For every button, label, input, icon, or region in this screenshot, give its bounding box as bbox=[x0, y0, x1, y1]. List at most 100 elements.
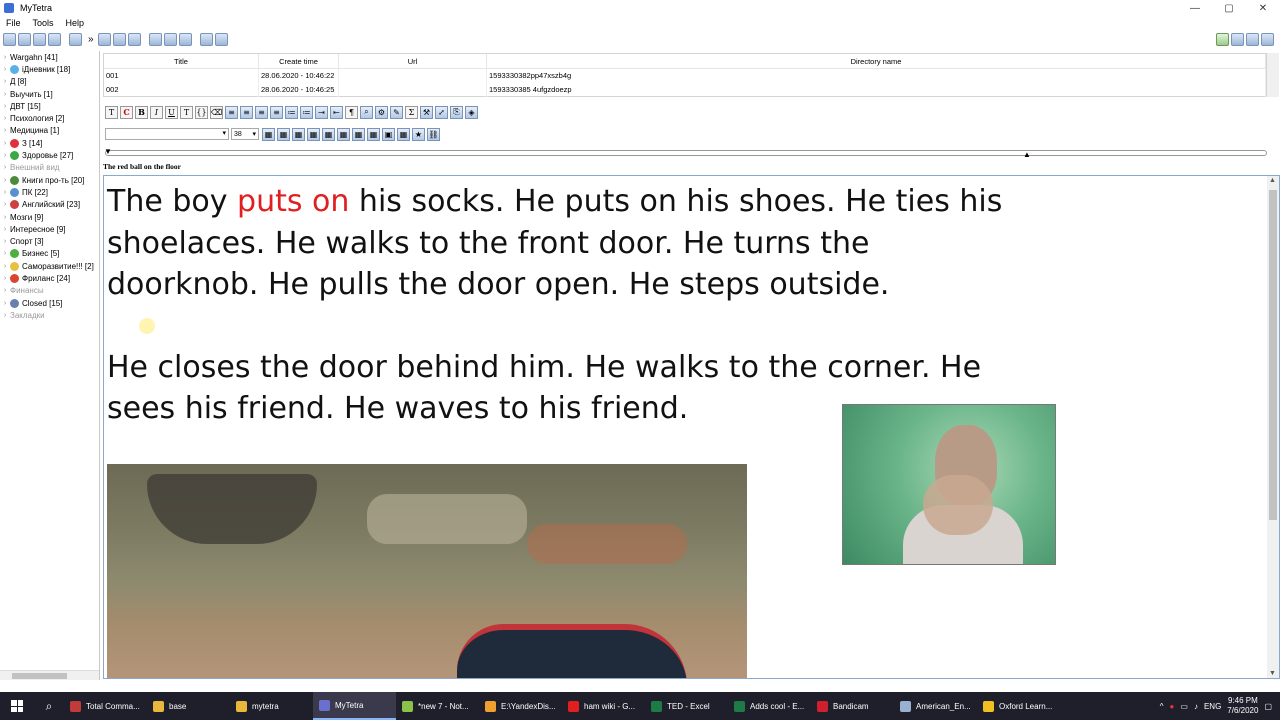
tree-item[interactable]: › Здоровье [27] bbox=[0, 149, 99, 161]
taskbar-item[interactable]: base bbox=[147, 692, 230, 720]
records-scrollbar[interactable] bbox=[1267, 53, 1279, 97]
tree-item[interactable]: › Закладки bbox=[0, 309, 99, 321]
tree-item[interactable]: › Бизнес [5] bbox=[0, 248, 99, 260]
taskbar-item[interactable]: Bandicam bbox=[811, 692, 894, 720]
more-chevron-icon[interactable]: » bbox=[88, 34, 94, 45]
tree-item[interactable]: › Closed [15] bbox=[0, 297, 99, 309]
notifications-icon[interactable]: ▢ bbox=[1264, 702, 1272, 711]
note-editor[interactable]: The boy puts on his socks. He puts on hi… bbox=[103, 175, 1280, 679]
expand-arrow-icon[interactable]: › bbox=[0, 164, 10, 171]
table-row[interactable]: 002 28.06.2020 - 10:46:25 1593330385 4uf… bbox=[104, 83, 1266, 97]
expand-arrow-icon[interactable]: › bbox=[0, 226, 10, 233]
scroll-down-icon[interactable]: ▼ bbox=[1269, 670, 1276, 677]
expand-arrow-icon[interactable]: › bbox=[0, 54, 10, 61]
close-button[interactable]: ✕ bbox=[1246, 0, 1280, 16]
network-icon[interactable]: ▭ bbox=[1180, 702, 1188, 711]
expand-arrow-icon[interactable]: › bbox=[0, 177, 10, 184]
search-icon[interactable]: ⌕ bbox=[34, 692, 64, 720]
tree-item[interactable]: › Д [8] bbox=[0, 76, 99, 88]
scrollbar-thumb[interactable] bbox=[1269, 190, 1277, 520]
taskbar-item[interactable]: E:\YandexDis... bbox=[479, 692, 562, 720]
indent-slider[interactable] bbox=[105, 150, 1267, 156]
tree-item[interactable]: › Книги про-ть [20] bbox=[0, 174, 99, 186]
link-icon[interactable]: ⛓ bbox=[427, 127, 440, 141]
tag-icon[interactable]: ◈ bbox=[465, 105, 478, 119]
align-left-icon[interactable]: ≡ bbox=[225, 105, 238, 119]
record-icon[interactable]: ● bbox=[1170, 702, 1175, 711]
tree-item[interactable]: › Выучить [1] bbox=[0, 88, 99, 100]
column-url[interactable]: Url bbox=[339, 54, 487, 68]
view-records-icon[interactable] bbox=[1246, 33, 1259, 46]
table-icon[interactable]: ▦ bbox=[262, 127, 275, 141]
move-down-icon[interactable] bbox=[214, 33, 228, 46]
expand-arrow-icon[interactable]: › bbox=[0, 78, 10, 85]
expand-arrow-icon[interactable]: › bbox=[0, 140, 10, 147]
taskbar-item[interactable]: Total Comma... bbox=[64, 692, 147, 720]
expand-arrow-icon[interactable]: › bbox=[0, 115, 10, 122]
minimize-button[interactable]: — bbox=[1178, 0, 1212, 16]
tree-item[interactable]: › Интересное [9] bbox=[0, 223, 99, 235]
tree-item[interactable]: › iДневник [18] bbox=[0, 63, 99, 75]
slider-left-handle[interactable]: ▼ bbox=[104, 147, 112, 156]
tree-item[interactable]: › Финансы bbox=[0, 285, 99, 297]
expand-arrow-icon[interactable]: › bbox=[0, 275, 10, 282]
table-row[interactable]: 001 28.06.2020 - 10:46:22 1593330382pp47… bbox=[104, 69, 1266, 83]
editor-text[interactable]: The boy puts on his socks. He puts on hi… bbox=[107, 181, 1022, 430]
add-record-icon[interactable] bbox=[97, 33, 111, 46]
table-split-icon[interactable]: ▦ bbox=[352, 127, 365, 141]
font-size-select[interactable]: 38 ▾ bbox=[231, 128, 259, 140]
tree-hscrollbar[interactable] bbox=[0, 670, 99, 680]
expand-arrow-icon[interactable]: › bbox=[0, 189, 10, 196]
attach-icon[interactable]: ⎘ bbox=[450, 105, 463, 119]
expand-arrow-icon[interactable]: › bbox=[0, 201, 10, 208]
expand-arrow-icon[interactable]: › bbox=[0, 91, 10, 98]
cut-record-icon[interactable] bbox=[148, 33, 162, 46]
tree-item[interactable]: › Спорт [3] bbox=[0, 235, 99, 247]
taskbar-item[interactable]: TED - Excel bbox=[645, 692, 728, 720]
indent-icon[interactable]: ⇥ bbox=[315, 105, 328, 119]
taskbar-item[interactable]: MyTetra bbox=[313, 692, 396, 720]
table-remove-col-icon[interactable]: ▦ bbox=[292, 127, 305, 141]
tree-item[interactable]: › Медицина [1] bbox=[0, 125, 99, 137]
tree-item[interactable]: › Мозги [9] bbox=[0, 211, 99, 223]
expand-arrow-icon[interactable]: › bbox=[0, 152, 10, 159]
editor-scrollbar[interactable]: ▲ ▼ bbox=[1267, 176, 1279, 678]
grid-icon[interactable]: ▦ bbox=[397, 127, 410, 141]
tools-icon[interactable]: ⚒ bbox=[420, 105, 433, 119]
add-record-after-icon[interactable] bbox=[127, 33, 141, 46]
taskbar-item[interactable]: *new 7 - Not... bbox=[396, 692, 479, 720]
star-icon[interactable]: ★ bbox=[412, 127, 425, 141]
edit-icon[interactable]: ✎ bbox=[390, 105, 403, 119]
tree-item[interactable]: › Психология [2] bbox=[0, 112, 99, 124]
language-indicator[interactable]: ENG bbox=[1204, 702, 1221, 711]
view-editor-icon[interactable] bbox=[1261, 33, 1274, 46]
menu-help[interactable]: Help bbox=[60, 18, 91, 28]
tree-item[interactable]: › Английский [23] bbox=[0, 199, 99, 211]
bullet-list-icon[interactable]: ≔ bbox=[300, 105, 313, 119]
expand-arrow-icon[interactable]: › bbox=[0, 300, 10, 307]
find-icon[interactable]: ⌕ bbox=[360, 105, 373, 119]
slider-right-handle[interactable]: ▲ bbox=[1023, 150, 1031, 159]
align-justify-icon[interactable]: ≡ bbox=[270, 105, 283, 119]
outdent-icon[interactable]: ⇤ bbox=[330, 105, 343, 119]
clock[interactable]: 9:46 PM 7/6/2020 bbox=[1227, 696, 1258, 716]
taskbar-item[interactable]: American_En... bbox=[894, 692, 977, 720]
maximize-button[interactable]: ▢ bbox=[1212, 0, 1246, 16]
menu-file[interactable]: File bbox=[0, 18, 27, 28]
expand-icon[interactable]: ⤢ bbox=[435, 105, 448, 119]
expand-arrow-icon[interactable]: › bbox=[0, 66, 10, 73]
tray-chevron-icon[interactable]: ^ bbox=[1160, 702, 1164, 711]
taskbar-item[interactable]: mytetra bbox=[230, 692, 313, 720]
add-branch-icon[interactable] bbox=[3, 33, 16, 46]
code-icon[interactable]: {} bbox=[195, 105, 208, 119]
tree-item[interactable]: › Фриланс [24] bbox=[0, 272, 99, 284]
column-directory[interactable]: Directory name bbox=[487, 54, 1266, 68]
image-icon[interactable]: ▣ bbox=[382, 127, 395, 141]
table-props-icon[interactable]: ▦ bbox=[367, 127, 380, 141]
table-add-row-icon[interactable]: ▦ bbox=[307, 127, 320, 141]
copy-record-icon[interactable] bbox=[163, 33, 177, 46]
numbered-list-icon[interactable]: ≔ bbox=[285, 105, 298, 119]
align-right-icon[interactable]: ≡ bbox=[255, 105, 268, 119]
tree-item[interactable]: › Wargahn [41] bbox=[0, 51, 99, 63]
move-up-icon[interactable] bbox=[199, 33, 213, 46]
